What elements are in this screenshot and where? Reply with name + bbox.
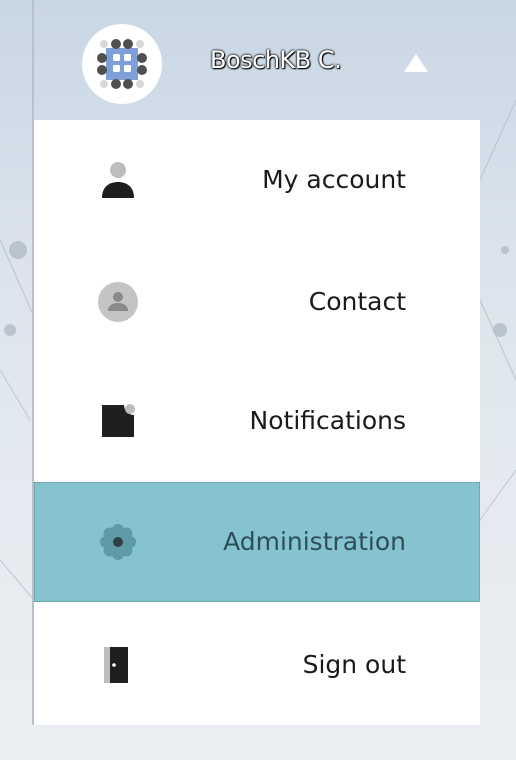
person-icon [98, 160, 138, 200]
user-name[interactable]: BoschKB C. [210, 46, 342, 74]
user-avatar-icon [97, 39, 147, 89]
menu-item-label: Contact [308, 287, 406, 316]
door-exit-icon [98, 645, 138, 685]
menu-item-notifications[interactable]: Notifications [34, 361, 480, 481]
contact-circle-icon [98, 282, 138, 322]
menu-item-label: Notifications [249, 406, 406, 435]
caret-up-icon[interactable] [404, 54, 428, 72]
avatar[interactable] [82, 24, 162, 104]
menu-item-contact[interactable]: Contact [34, 242, 480, 362]
menu-item-my-account[interactable]: My account [34, 120, 480, 240]
menu-item-sign-out[interactable]: Sign out [34, 605, 480, 725]
notification-icon [98, 401, 138, 441]
menu-item-label: Administration [223, 527, 406, 556]
menu-item-label: My account [262, 165, 406, 194]
menu-item-label: Sign out [302, 650, 406, 679]
user-menu-header[interactable]: BoschKB C. [34, 0, 480, 120]
gear-icon [98, 522, 138, 562]
user-dropdown-menu: My account Contact Notifications Adminis… [34, 120, 480, 725]
menu-item-administration[interactable]: Administration [34, 482, 480, 602]
